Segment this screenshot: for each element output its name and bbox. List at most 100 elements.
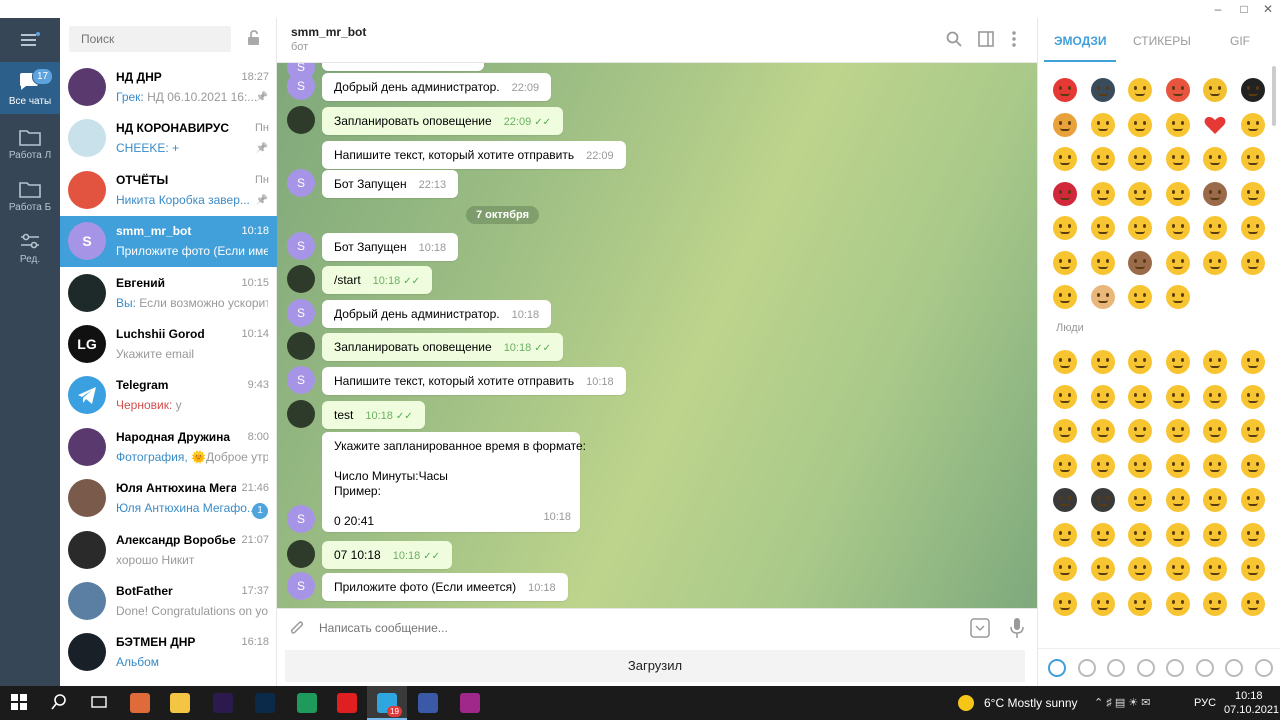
people-emoji[interactable] bbox=[1128, 384, 1152, 409]
people-emoji[interactable] bbox=[1053, 453, 1077, 478]
search-icon[interactable] bbox=[50, 693, 70, 713]
people-emoji[interactable] bbox=[1053, 384, 1077, 409]
folder-rabota-l[interactable]: Работа Л bbox=[0, 122, 60, 170]
bot-avatar[interactable]: S bbox=[287, 72, 315, 100]
language-indicator[interactable]: РУС bbox=[1194, 686, 1216, 720]
close-button[interactable]: ✕ bbox=[1256, 0, 1280, 18]
people-emoji[interactable] bbox=[1203, 350, 1227, 374]
user-avatar[interactable] bbox=[287, 400, 315, 428]
people-emoji[interactable] bbox=[1128, 522, 1152, 547]
scream-emoji[interactable] bbox=[1165, 216, 1190, 240]
paint-icon[interactable] bbox=[130, 693, 150, 713]
people-emoji[interactable] bbox=[1128, 419, 1152, 443]
incoming-message[interactable]: Напишите текст, который хотите отправить… bbox=[322, 367, 626, 395]
people-emoji[interactable] bbox=[1128, 557, 1152, 581]
people-emoji[interactable] bbox=[1240, 384, 1265, 409]
bot-avatar[interactable]: S bbox=[287, 572, 315, 600]
people-emoji[interactable] bbox=[1165, 350, 1190, 374]
people-emoji[interactable] bbox=[1053, 522, 1077, 547]
winrar-icon[interactable] bbox=[460, 693, 480, 713]
people-emoji[interactable] bbox=[1240, 488, 1265, 512]
chat-row[interactable]: Юля Антюхина Мега... 21:46 Юля Антюхина Ме… bbox=[60, 473, 277, 524]
people-emoji[interactable] bbox=[1203, 384, 1227, 409]
people-emoji[interactable] bbox=[1203, 591, 1227, 616]
user-avatar[interactable] bbox=[287, 265, 315, 293]
microphone-icon[interactable] bbox=[1010, 617, 1024, 639]
activity-icon[interactable] bbox=[1166, 659, 1184, 677]
expressionless-emoji[interactable] bbox=[1165, 147, 1190, 171]
message-input[interactable] bbox=[319, 618, 839, 638]
food-icon[interactable] bbox=[1136, 659, 1155, 677]
menu-button[interactable] bbox=[0, 26, 60, 56]
people-emoji[interactable] bbox=[1165, 522, 1190, 547]
red-heart-emoji[interactable] bbox=[1203, 113, 1227, 137]
incoming-message[interactable]: Добрый день администратор. 22:09 bbox=[322, 73, 552, 101]
joy-emoji[interactable] bbox=[1128, 112, 1152, 137]
people-emoji[interactable] bbox=[1240, 350, 1265, 374]
thumbs-up-emoji[interactable] bbox=[1203, 78, 1227, 102]
grin-emoji[interactable] bbox=[1203, 250, 1227, 275]
people-emoji[interactable] bbox=[1165, 591, 1190, 616]
incoming-message[interactable]: Напишите текст, который хотите отправить… bbox=[322, 141, 626, 169]
kissing-heart-emoji[interactable] bbox=[1165, 112, 1190, 137]
people-emoji[interactable] bbox=[1203, 419, 1227, 443]
tab-stickers[interactable]: СТИКЕРЫ bbox=[1133, 34, 1191, 48]
smirk-emoji[interactable] bbox=[1203, 216, 1227, 240]
people-emoji[interactable] bbox=[1165, 384, 1190, 409]
chat-row[interactable]: НД КОРОНАВИРУС Пн CHEEKE: + 📌 bbox=[60, 113, 277, 164]
writing-hand-emoji[interactable] bbox=[1053, 112, 1077, 137]
people-emoji[interactable] bbox=[1165, 419, 1190, 443]
people-emoji[interactable] bbox=[1128, 350, 1152, 374]
relaxed-emoji[interactable] bbox=[1128, 147, 1152, 171]
chat-row[interactable]: Александр Воробьев 21:07 хорошо Никит bbox=[60, 525, 277, 576]
start-icon[interactable] bbox=[10, 693, 30, 713]
yandex-icon[interactable] bbox=[337, 693, 357, 713]
people-emoji[interactable] bbox=[1090, 591, 1115, 616]
people-emoji[interactable] bbox=[1165, 488, 1190, 512]
folder-rabota-b[interactable]: Работа Б bbox=[0, 174, 60, 222]
outgoing-message[interactable]: /start 10:18 ✓✓ bbox=[322, 266, 432, 294]
outgoing-message[interactable]: Запланировать оповещение 22:09 ✓✓ bbox=[322, 107, 563, 135]
disappointed-relieved-emoji[interactable] bbox=[1090, 216, 1115, 240]
blush-emoji[interactable] bbox=[1053, 147, 1077, 171]
app-icon[interactable] bbox=[418, 693, 438, 713]
chat-row[interactable]: БЭТМЕН ДНР 16:18 Альбом bbox=[60, 627, 277, 678]
people-emoji[interactable] bbox=[1240, 591, 1265, 616]
bot-avatar[interactable]: S bbox=[287, 299, 315, 327]
smiley-emoji[interactable] bbox=[1053, 216, 1077, 240]
chat-row[interactable]: Telegram 9:43 Черновик: у bbox=[60, 370, 277, 421]
incoming-message[interactable]: Бот Запущен 22:13 bbox=[322, 170, 459, 198]
people-emoji[interactable] bbox=[1128, 591, 1152, 616]
chat-row[interactable]: НД ДНР 18:27 Грек: НД 06.10.2021 16:... 📌 bbox=[60, 62, 277, 113]
people-emoji[interactable] bbox=[1090, 419, 1115, 443]
neutral-emoji[interactable] bbox=[1128, 285, 1152, 309]
after-effects-icon[interactable] bbox=[213, 693, 233, 713]
people-emoji[interactable] bbox=[1128, 453, 1152, 478]
see-no-evil-emoji[interactable] bbox=[1203, 181, 1227, 206]
paperclip-icon[interactable] bbox=[289, 619, 305, 637]
people-emoji[interactable] bbox=[1128, 488, 1152, 512]
people-emoji[interactable] bbox=[1090, 453, 1115, 478]
photoshop-icon[interactable] bbox=[255, 693, 275, 713]
people-emoji[interactable] bbox=[1203, 453, 1227, 478]
beaming-emoji[interactable] bbox=[1203, 147, 1227, 171]
speaking-head-emoji[interactable] bbox=[1090, 78, 1115, 102]
people-emoji[interactable] bbox=[1090, 557, 1115, 581]
maximize-button[interactable]: □ bbox=[1232, 0, 1256, 18]
bot-avatar[interactable]: S bbox=[287, 169, 315, 197]
people-emoji[interactable] bbox=[1203, 488, 1227, 512]
graduation-cap-emoji[interactable] bbox=[1240, 78, 1265, 102]
bot-avatar[interactable]: S bbox=[287, 232, 315, 260]
incoming-message[interactable]: Приложите фото (Если имеется) 10:18 bbox=[322, 573, 568, 601]
squinting-tongue-emoji[interactable] bbox=[1128, 216, 1152, 240]
grinning-emoji[interactable] bbox=[1090, 147, 1115, 171]
user-avatar[interactable] bbox=[287, 332, 315, 360]
travel-icon[interactable] bbox=[1195, 659, 1214, 677]
more-vertical-icon[interactable] bbox=[1011, 31, 1017, 47]
monkey-face-emoji[interactable] bbox=[1128, 250, 1152, 275]
winking-tongue-emoji[interactable] bbox=[1165, 181, 1190, 206]
people-emoji[interactable] bbox=[1053, 350, 1077, 374]
smile-icon[interactable] bbox=[1077, 659, 1096, 677]
clock-date[interactable]: 07.10.2021 bbox=[1224, 693, 1279, 727]
pouting-emoji[interactable] bbox=[1165, 78, 1190, 102]
